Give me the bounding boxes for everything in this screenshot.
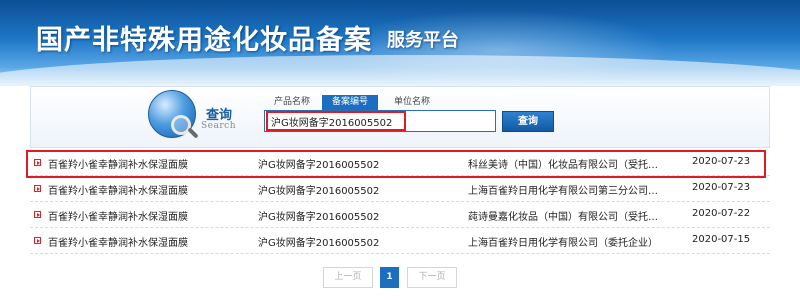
list-item[interactable]: 百雀羚小雀幸静润补水保湿面膜 沪G妆网备字2016005502 科丝美诗（中国）… bbox=[30, 150, 770, 176]
filing-date: 2020-07-22 bbox=[692, 208, 751, 219]
filing-code: 沪G妆网备字2016005502 bbox=[258, 212, 380, 223]
bullet-arrow-icon bbox=[34, 159, 41, 166]
prev-page-button[interactable]: 上一页 bbox=[323, 267, 373, 288]
magnifier-icon bbox=[171, 115, 191, 135]
filing-date: 2020-07-23 bbox=[692, 156, 751, 167]
search-button[interactable]: 查询 bbox=[502, 111, 554, 132]
product-name[interactable]: 百雀羚小雀幸静润补水保湿面膜 bbox=[48, 182, 258, 197]
header-banner: 国产非特殊用途化妆品备案 服务平台 bbox=[0, 0, 800, 86]
company-name: 莼诗曼嘉化妆品（中国）有限公司（受托… bbox=[468, 212, 658, 223]
page-number-button[interactable]: 1 bbox=[380, 267, 399, 288]
product-name[interactable]: 百雀羚小雀幸静润补水保湿面膜 bbox=[48, 234, 258, 249]
filing-date: 2020-07-23 bbox=[692, 182, 751, 193]
bullet-arrow-icon bbox=[34, 237, 41, 244]
product-name[interactable]: 百雀羚小雀幸静润补水保湿面膜 bbox=[48, 156, 258, 171]
company-name: 上海百雀羚日用化学有限公司（委托企业） bbox=[468, 238, 658, 249]
page-title: 国产非特殊用途化妆品备案 bbox=[36, 25, 372, 56]
banner-wave bbox=[0, 55, 800, 86]
list-item[interactable]: 百雀羚小雀幸静润补水保湿面膜 沪G妆网备字2016005502 莼诗曼嘉化妆品（… bbox=[30, 202, 770, 228]
tab-filing-number[interactable]: 备案编号 bbox=[322, 95, 378, 110]
company-name: 上海百雀羚日用化学有限公司第三分公司… bbox=[468, 186, 658, 197]
filing-code: 沪G妆网备字2016005502 bbox=[258, 186, 380, 197]
list-item[interactable]: 百雀羚小雀幸静润补水保湿面膜 沪G妆网备字2016005502 上海百雀羚日用化… bbox=[30, 176, 770, 202]
bullet-arrow-icon bbox=[34, 211, 41, 218]
product-name[interactable]: 百雀羚小雀幸静润补水保湿面膜 bbox=[48, 208, 258, 223]
search-label-en: Search bbox=[201, 121, 236, 131]
filing-date: 2020-07-15 bbox=[692, 234, 751, 245]
tab-product-name[interactable]: 产品名称 bbox=[264, 95, 320, 110]
company-name: 科丝美诗（中国）化妆品有限公司（受托… bbox=[468, 160, 658, 171]
page-subtitle: 服务平台 bbox=[387, 30, 459, 51]
bullet-arrow-icon bbox=[34, 185, 41, 192]
filing-code: 沪G妆网备字2016005502 bbox=[258, 160, 380, 171]
globe-search-icon bbox=[148, 90, 199, 139]
list-item[interactable]: 百雀羚小雀幸静润补水保湿面膜 沪G妆网备字2016005502 上海百雀羚日用化… bbox=[30, 228, 770, 254]
search-input[interactable] bbox=[264, 110, 496, 132]
next-page-button[interactable]: 下一页 bbox=[407, 267, 457, 288]
tab-company-name[interactable]: 单位名称 bbox=[384, 95, 440, 110]
filing-code: 沪G妆网备字2016005502 bbox=[258, 238, 380, 249]
